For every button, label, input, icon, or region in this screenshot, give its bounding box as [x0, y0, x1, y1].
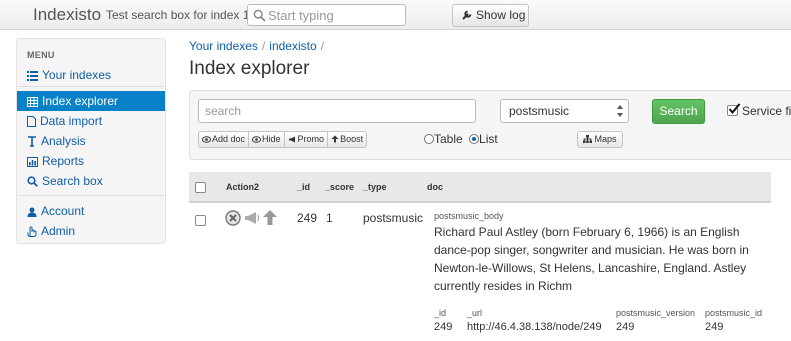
sidebar-divider — [18, 86, 164, 87]
eye-icon — [202, 136, 211, 143]
view-toggle: Table List — [424, 132, 501, 146]
arrow-up-icon — [331, 135, 339, 143]
row-type: postsmusic — [363, 211, 424, 225]
row-id: 249 — [297, 211, 318, 225]
sidebar-item-reports[interactable]: Reports — [17, 151, 165, 171]
column-header-score[interactable]: _score — [325, 182, 354, 192]
view-option-list: List — [479, 132, 498, 146]
sidebar-menu: MENU Your indexes Index explorer Data im… — [16, 38, 166, 244]
doc-field-key: postsmusic_body — [434, 211, 504, 221]
boost-label: Boost — [340, 134, 364, 144]
breadcrumb-indexisto[interactable]: indexisto — [269, 39, 316, 53]
column-header-type[interactable]: _type — [363, 182, 387, 192]
doc-field-key: postsmusic_id — [705, 308, 763, 318]
search-icon — [253, 9, 266, 22]
show-log-label: Show log — [476, 8, 526, 22]
sidebar-item-label: Account — [41, 204, 85, 218]
sidebar-item-analysis[interactable]: Analysis — [17, 131, 165, 151]
sidebar-item-search-box[interactable]: Search box — [17, 171, 165, 191]
page-title: Index explorer — [189, 58, 310, 79]
doc-field-value: 249 — [616, 321, 635, 333]
bullhorn-icon[interactable] — [244, 210, 260, 226]
file-icon — [27, 116, 36, 127]
service-fields-checkbox[interactable] — [727, 103, 741, 116]
doc-field-key: postsmusic_version — [616, 308, 696, 318]
view-option-table: Table — [434, 132, 463, 146]
hide-label: Hide — [262, 134, 281, 144]
boost-button[interactable]: Boost — [327, 131, 368, 148]
select-all-checkbox[interactable] — [195, 182, 206, 193]
promo-button[interactable]: Promo — [283, 131, 329, 148]
sidebar-item-label: Index explorer — [42, 94, 119, 108]
list-icon — [27, 71, 38, 81]
eye-icon — [252, 136, 262, 143]
row-checkbox[interactable] — [195, 215, 206, 226]
menu-header: MENU — [27, 50, 55, 60]
search-icon — [27, 176, 38, 187]
test-search-box[interactable] — [247, 4, 406, 26]
sidebar-divider — [18, 195, 164, 196]
doc-field-key: _id — [434, 308, 447, 318]
type-select-value: postsmusic — [509, 104, 570, 118]
sidebar-item-index-explorer[interactable]: Index explorer — [17, 91, 165, 111]
add-doc-label: Add doc — [212, 134, 246, 144]
results-table-header: Action2 _id _score _type doc — [189, 172, 771, 203]
sidebar-item-data-import[interactable]: Data import — [17, 111, 165, 131]
type-select[interactable]: postsmusic — [500, 99, 629, 123]
text-height-icon — [28, 136, 36, 147]
view-radio-table[interactable] — [424, 134, 434, 144]
column-header-id[interactable]: _id — [297, 182, 310, 192]
service-fields-label: Service fie — [742, 104, 791, 118]
sidebar-item-label: Analysis — [41, 134, 86, 148]
select-arrows-icon — [617, 105, 623, 117]
view-radio-list[interactable] — [469, 134, 480, 144]
sidebar-item-label: Admin — [41, 224, 76, 238]
maps-label: Maps — [594, 134, 617, 144]
doc-body-text: Richard Paul Astley (born February 6, 19… — [434, 225, 749, 293]
search-button[interactable]: Search — [652, 99, 705, 124]
sidebar-item-label: Reports — [42, 154, 85, 168]
doc-actions-group: Add doc Hide Promo Boost — [198, 131, 368, 148]
column-header-doc[interactable]: doc — [427, 182, 443, 192]
hide-button[interactable]: Hide — [248, 131, 285, 148]
breadcrumb-your-indexes[interactable]: Your indexes — [189, 39, 258, 53]
top-navbar: Indexisto Test search box for index 1: S… — [0, 0, 791, 30]
index-search-input[interactable] — [198, 99, 476, 123]
breadcrumb-separator: / — [261, 39, 266, 53]
test-search-input[interactable] — [268, 6, 402, 24]
sidebar-item-admin[interactable]: Admin — [17, 221, 165, 241]
checkmark-icon — [728, 103, 741, 115]
table-icon — [27, 97, 38, 107]
bullhorn-icon — [288, 136, 295, 143]
sidebar-item-label: Data import — [40, 114, 103, 128]
sidebar-item-your-indexes[interactable]: Your indexes — [17, 65, 165, 85]
promo-label: Promo — [297, 134, 325, 144]
arrow-up-icon[interactable] — [262, 209, 278, 226]
breadcrumb: Your indexes / indexisto / — [189, 39, 328, 53]
sidebar-item-account[interactable]: Account — [17, 201, 165, 221]
doc-field-value: 249 — [705, 321, 724, 333]
test-search-label: Test search box for index 1: — [106, 8, 253, 22]
doc-field-key: _url — [467, 308, 483, 318]
brand-logo[interactable]: Indexisto — [33, 5, 101, 25]
user-icon — [27, 207, 37, 217]
sidebar-item-label: Your indexes — [42, 68, 111, 82]
breadcrumb-separator: / — [320, 39, 325, 53]
doc-field-value: http://46.4.38.138/node/249 — [467, 321, 602, 333]
hand-icon — [27, 226, 37, 237]
wrench-icon — [462, 10, 472, 20]
column-header-action[interactable]: Action2 — [226, 182, 259, 192]
add-doc-button[interactable]: Add doc — [198, 131, 250, 148]
bar-chart-icon — [27, 157, 38, 167]
row-score: 1 — [326, 211, 333, 225]
search-panel: postsmusic Search Service fie Add doc Hi… — [189, 90, 791, 160]
maps-button[interactable]: Maps — [577, 131, 623, 148]
remove-icon[interactable] — [225, 210, 241, 226]
show-log-button[interactable]: Show log — [452, 4, 529, 27]
sidebar-item-label: Search box — [42, 174, 103, 188]
sitemap-icon — [583, 135, 592, 143]
doc-field-value: 249 — [434, 321, 453, 333]
